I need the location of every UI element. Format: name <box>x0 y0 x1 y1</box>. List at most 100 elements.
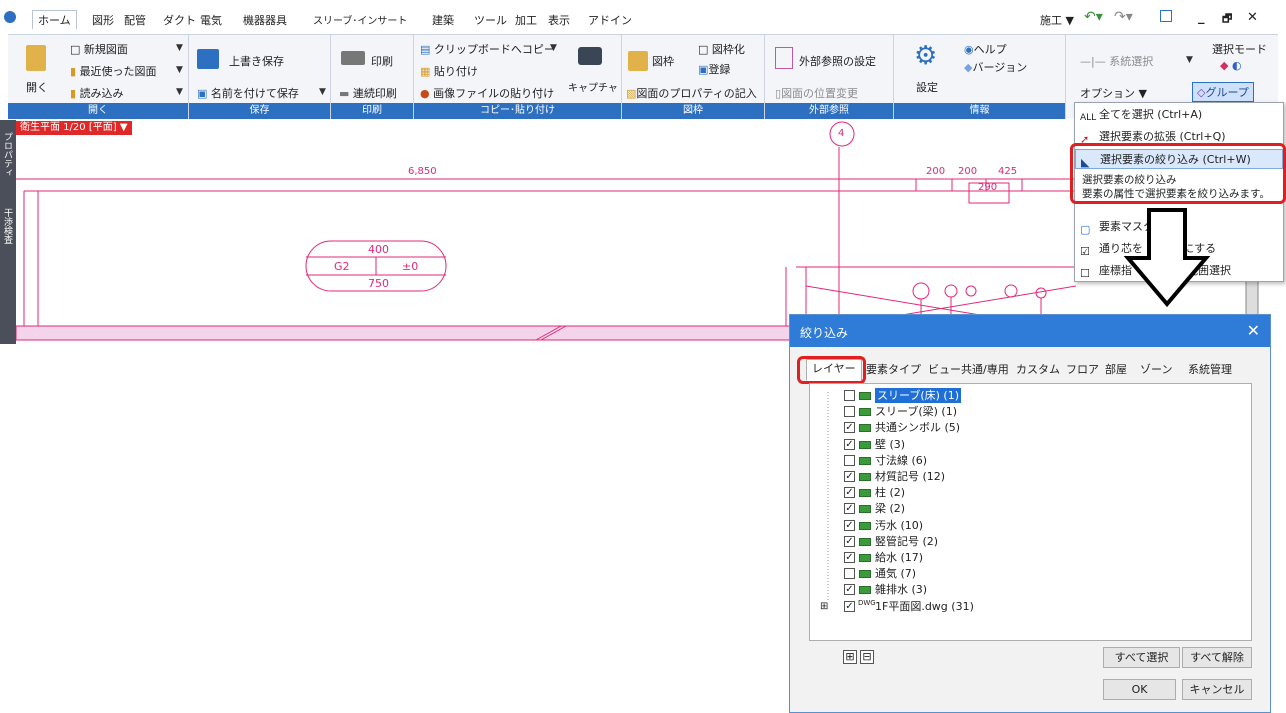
dim-290: 290 <box>978 182 998 193</box>
checkbox-icon[interactable] <box>844 390 855 401</box>
dim-6850: 6,850 <box>408 166 437 177</box>
tab-piping[interactable]: 配管 <box>124 12 146 28</box>
tab-addin[interactable]: アドイン <box>588 12 632 28</box>
options-button[interactable]: オプション ▼ <box>1080 85 1147 101</box>
checkbox-icon[interactable] <box>844 568 855 580</box>
chevron-down-icon[interactable]: ▼ <box>176 87 183 97</box>
chevron-down-icon[interactable]: ▼ <box>1186 55 1193 65</box>
collapse-all-button[interactable]: ⊟ <box>860 650 874 664</box>
tab-custom[interactable]: カスタム <box>1010 360 1066 380</box>
layer-icon <box>859 570 871 579</box>
checkbox-checked-icon[interactable]: ✓ <box>844 600 855 612</box>
layer-icon <box>859 586 871 595</box>
view-title[interactable]: 衛生平面 1/20 [平面] ▼ <box>16 121 132 135</box>
group-button[interactable]: ◇グループ <box>1192 82 1254 102</box>
highlight-layer-tab <box>797 356 866 384</box>
layer-label: スリーブ(床) (1) <box>875 388 962 403</box>
expand-all-button[interactable]: ⊞ <box>843 650 857 664</box>
checkbox-checked-icon[interactable]: ✓ <box>844 422 855 434</box>
undo-icon[interactable]: ↶▾ <box>1084 9 1103 25</box>
drawing-props-button[interactable]: ▧図面のプロパティの記入 <box>626 85 757 101</box>
chevron-down-icon[interactable]: ▼ <box>319 87 326 97</box>
tree-expand-icon[interactable]: ⊞ <box>820 599 828 614</box>
paste-button[interactable]: ▦ 貼り付け <box>420 63 478 79</box>
tab-tools[interactable]: ツール <box>474 12 507 28</box>
tab-element-type[interactable]: 要素タイプ <box>860 360 927 380</box>
frame-button[interactable]: 図枠 <box>652 53 674 69</box>
overwrite-save-button[interactable]: 上書き保存 <box>229 53 284 69</box>
chevron-down-icon[interactable]: ▼ <box>176 43 183 53</box>
tab-process[interactable]: 加工 <box>515 12 537 28</box>
tab-sleeve[interactable]: スリーブ･インサート <box>313 12 407 27</box>
deselect-all-button[interactable]: すべて解除 <box>1182 647 1252 668</box>
capture-button[interactable]: キャプチャ <box>568 79 618 94</box>
xref-settings-button[interactable]: 外部参照の設定 <box>799 53 876 69</box>
checkbox-checked-icon[interactable]: ✓ <box>844 552 855 563</box>
checkbox-checked-icon[interactable]: ✓ <box>844 519 855 531</box>
tab-system[interactable]: 系統管理 <box>1182 360 1238 380</box>
new-drawing-button[interactable]: □ 新規図面 <box>70 41 128 57</box>
dialog-close-button[interactable]: ✕ <box>1247 321 1260 340</box>
tab-electric[interactable]: 電気 <box>200 12 222 28</box>
layout-icon[interactable] <box>1160 10 1172 22</box>
image-paste-button[interactable]: ● 画像ファイルの貼り付け <box>420 85 554 101</box>
open-button[interactable]: 開く <box>26 79 48 95</box>
continuous-print-button[interactable]: ▬ 連続印刷 <box>339 85 397 101</box>
chevron-down-icon[interactable]: ▼ <box>550 43 557 53</box>
restore-button[interactable]: 🗗 <box>1222 10 1232 29</box>
slab-band <box>16 325 797 341</box>
recent-drawings-button[interactable]: ▮ 最近使った図面 <box>70 63 157 79</box>
mode-dropdown[interactable]: 施工 ▼ <box>1040 12 1074 28</box>
tab-view[interactable]: 表示 <box>548 12 570 28</box>
to-frame-label: 図枠化 <box>711 43 745 56</box>
dim-425: 425 <box>998 166 1018 177</box>
settings-button[interactable]: 設定 <box>916 79 938 95</box>
tab-architecture[interactable]: 建築 <box>432 12 454 28</box>
ok-button[interactable]: OK <box>1103 679 1176 700</box>
tab-properties[interactable]: プロパティ <box>2 132 14 177</box>
print-button[interactable]: 印刷 <box>371 53 393 69</box>
checkbox-checked-icon[interactable]: ✓ <box>844 487 855 499</box>
chevron-down-icon[interactable]: ▼ <box>120 122 128 133</box>
layer-icon <box>859 554 871 562</box>
checkbox-checked-icon[interactable]: ✓ <box>844 535 855 547</box>
close-button[interactable]: ✕ <box>1247 10 1258 25</box>
app-logo-icon[interactable] <box>4 11 16 23</box>
system-select-button[interactable]: —|— 系統選択 <box>1080 53 1153 69</box>
checkbox-checked-icon[interactable]: ✓ <box>844 471 855 482</box>
redo-icon[interactable]: ↷▾ <box>1114 9 1133 25</box>
layer-label: 竪管記号 (2) <box>875 534 939 548</box>
select-mode-icons[interactable]: ◆ ◐ <box>1220 59 1242 72</box>
tab-home[interactable]: ホーム <box>32 10 77 29</box>
chevron-down-icon[interactable]: ▼ <box>176 65 183 75</box>
help-icon: ◉ <box>964 43 974 56</box>
tab-room[interactable]: 部屋 <box>1099 360 1133 380</box>
tab-shape[interactable]: 図形 <box>92 12 114 28</box>
minimize-button[interactable]: _ <box>1198 10 1205 25</box>
select-all-icon: ALL <box>1080 113 1097 123</box>
tab-equipment[interactable]: 機器器具 <box>243 12 287 28</box>
checkbox-checked-icon[interactable]: ✓ <box>844 584 855 596</box>
select-all-button[interactable]: すべて選択 <box>1103 647 1180 668</box>
checkbox-checked-icon[interactable]: ✓ <box>844 503 855 515</box>
checkbox-icon[interactable] <box>844 454 855 466</box>
select-mode-button[interactable]: 選択モード <box>1212 41 1267 57</box>
menu-bar: ホーム 図形 配管 ダクト 電気 機器器具 スリーブ･インサート 建築 ツール … <box>0 0 1286 34</box>
to-frame-button[interactable]: □ 図枠化 <box>698 41 745 57</box>
save-as-button[interactable]: ▣ 名前を付けて保存 <box>197 85 299 101</box>
clipboard-copy-button[interactable]: ▤ クリップボードへコピー <box>420 41 555 57</box>
tab-duct[interactable]: ダクト <box>163 12 196 28</box>
menu-item-select-all[interactable]: ALL 全てを選択 (Ctrl+A) <box>1075 105 1283 125</box>
group-open-label: 開く <box>8 103 188 119</box>
cancel-button[interactable]: キャンセル <box>1182 679 1252 700</box>
tab-view-common[interactable]: ビュー共通/専用 <box>922 360 1015 380</box>
load-button[interactable]: ▮ 読み込み <box>70 85 124 101</box>
tab-interference[interactable]: 干渉検査 <box>2 208 14 244</box>
version-button[interactable]: ◆バージョン <box>964 59 1027 75</box>
checkbox-icon[interactable] <box>844 406 855 418</box>
checkbox-checked-icon[interactable]: ✓ <box>844 438 855 450</box>
register-button[interactable]: ▣登録 <box>698 61 730 77</box>
tab-zone[interactable]: ゾーン <box>1134 360 1178 380</box>
position-change-button[interactable]: ▯図面の位置変更 <box>775 85 858 101</box>
help-button[interactable]: ◉ヘルプ <box>964 41 1007 57</box>
